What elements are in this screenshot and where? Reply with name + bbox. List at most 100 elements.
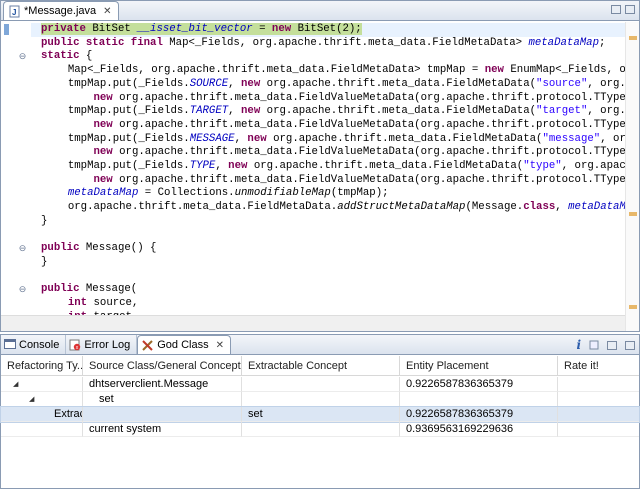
code-token: tmpMap.put(_Fields. xyxy=(55,77,190,90)
code-line[interactable]: tmpMap.put(_Fields.SOURCE, new org.apach… xyxy=(55,78,625,92)
code-line[interactable]: static { xyxy=(41,50,92,64)
editor-body[interactable]: ⊖ ⊖ ⊖ private BitSet __isset_bit_vector = … xyxy=(1,22,639,331)
code-token: { xyxy=(79,50,93,63)
code-line[interactable]: new org.apache.thrift.meta_data.FieldVal… xyxy=(55,174,625,188)
tab-error-log[interactable]: x Error Log xyxy=(66,335,138,354)
code-token: ; xyxy=(599,36,606,49)
code-token: metaDataMap xyxy=(528,36,599,49)
code-line[interactable]: tmpMap.put(_Fields.TYPE, new org.apache.… xyxy=(55,160,625,174)
code-line[interactable]: tmpMap.put(_Fields.MESSAGE, new org.apac… xyxy=(55,133,625,147)
fold-toggle-icon[interactable]: ⊖ xyxy=(18,285,27,294)
tab-god-class[interactable]: God Class ✕ xyxy=(137,335,231,354)
view-menu-icon[interactable] xyxy=(589,340,599,350)
code-token: , xyxy=(555,201,569,214)
tab-god-class-label: God Class xyxy=(157,339,209,351)
code-token: org.apache.thrift.meta_data.FieldMetaDat… xyxy=(55,201,338,214)
code-token: addStructMetaDataMap xyxy=(337,201,466,214)
table-cell: current system xyxy=(83,422,242,437)
table-cell xyxy=(558,407,639,422)
code-token: metaDataMap xyxy=(568,201,625,214)
table-cell: dhtserverclient.Message xyxy=(83,377,242,392)
code-token: TYPE xyxy=(189,160,216,172)
fold-toggle-icon[interactable]: ⊖ xyxy=(18,52,27,61)
tab-error-log-label: Error Log xyxy=(84,338,131,351)
code-token: new xyxy=(241,77,261,90)
code-token: class xyxy=(523,201,556,214)
table-cell xyxy=(242,422,400,437)
code-line[interactable]: } xyxy=(41,215,47,229)
ruler-marker[interactable] xyxy=(629,305,637,309)
code-token: Message() { xyxy=(79,242,157,255)
column-header[interactable]: Source Class/General Concept xyxy=(83,356,242,376)
ruler-marker[interactable] xyxy=(629,36,637,40)
overview-ruler[interactable] xyxy=(625,22,639,331)
code-token: } xyxy=(41,214,48,227)
horizontal-scrollbar[interactable] xyxy=(1,315,625,331)
close-icon[interactable]: ✕ xyxy=(216,340,224,351)
table-cell xyxy=(400,392,558,407)
code-line[interactable]: new org.apache.thrift.meta_data.FieldVal… xyxy=(55,146,625,160)
table-row[interactable]: ◢ dhtserverclient.Message 0.922658783636… xyxy=(1,377,639,392)
table-row[interactable]: current system 0.9369563169229636 xyxy=(1,422,639,437)
code-line[interactable]: int source, xyxy=(55,297,139,311)
code-line[interactable]: public Message() { xyxy=(41,242,156,256)
code-token: public xyxy=(41,283,80,296)
code-line[interactable]: private BitSet __isset_bit_vector = new … xyxy=(41,23,362,37)
code-line[interactable]: new org.apache.thrift.meta_data.FieldVal… xyxy=(55,119,625,133)
code-line[interactable]: Map<_Fields, org.apache.thrift.meta_data… xyxy=(55,64,625,78)
code-token: , org.apa xyxy=(587,105,625,118)
minimize-button[interactable] xyxy=(611,5,621,14)
code-token: unmodifiableMap xyxy=(234,187,331,200)
code-token: , xyxy=(228,77,241,90)
code-token: new xyxy=(484,64,504,77)
code-line[interactable]: metaDataMap = Collections.unmodifiableMa… xyxy=(55,187,389,201)
code-token: org.apache.thrift.meta_data.FieldValueMe… xyxy=(112,146,625,159)
god-class-icon xyxy=(142,339,153,351)
close-icon[interactable]: ✕ xyxy=(103,6,111,17)
code-token: private xyxy=(41,23,86,35)
code-token: new xyxy=(93,173,113,186)
code-line[interactable]: new org.apache.thrift.meta_data.FieldVal… xyxy=(55,92,625,106)
code-token: "target" xyxy=(536,105,588,118)
code-line[interactable]: public static final Map<_Fields, org.apa… xyxy=(41,37,605,51)
java-file-icon: J xyxy=(8,5,21,18)
table-cell xyxy=(558,422,639,437)
tab-console[interactable]: Console xyxy=(1,335,67,354)
table-cell xyxy=(1,422,83,437)
minimize-button[interactable] xyxy=(607,340,617,350)
table-row[interactable]: ◢ set xyxy=(1,392,639,407)
code-token: BitSet(2); xyxy=(291,23,362,35)
code-token: metaDataMap xyxy=(67,187,139,200)
editor-gutter: ⊖ ⊖ ⊖ xyxy=(1,22,31,315)
code-token: new xyxy=(93,118,113,131)
table-row-selected[interactable]: Extract set 0.9226587836365379 xyxy=(0,406,640,423)
code-line[interactable]: public Message( xyxy=(41,283,137,297)
code-token: Map<_Fields, org.apache.thrift.meta_data… xyxy=(55,64,485,77)
maximize-button[interactable] xyxy=(625,340,635,350)
code-token: new xyxy=(271,23,292,35)
code-token: (Message. xyxy=(465,201,524,214)
expanded-arrow-icon[interactable]: ◢ xyxy=(29,392,34,406)
code-line[interactable]: } xyxy=(41,256,47,270)
fold-toggle-icon[interactable]: ⊖ xyxy=(18,244,27,253)
maximize-button[interactable] xyxy=(625,5,635,14)
code-area[interactable]: private BitSet __isset_bit_vector = new … xyxy=(31,22,625,315)
code-line[interactable]: org.apache.thrift.meta_data.FieldMetaDat… xyxy=(55,201,625,215)
table-cell xyxy=(558,392,639,407)
column-header[interactable]: Rate it! xyxy=(558,356,639,376)
editor-tab-message-java[interactable]: J *Message.java ✕ xyxy=(3,1,119,20)
code-token: "source" xyxy=(536,77,588,90)
info-icon[interactable]: i xyxy=(576,338,581,352)
code-line[interactable]: tmpMap.put(_Fields.TARGET, new org.apach… xyxy=(55,105,625,119)
table-cell: set xyxy=(242,407,400,422)
code-token: , org.apache. xyxy=(561,160,625,172)
ruler-marker[interactable] xyxy=(629,212,637,216)
column-header[interactable]: Refactoring Ty... xyxy=(1,356,83,376)
column-header[interactable]: Entity Placement xyxy=(400,356,558,376)
editor-pane: J *Message.java ✕ ⊖ ⊖ ⊖ private BitSet __i… xyxy=(0,0,640,332)
code-token: org.apache.thrift.meta_data.FieldMetaDat… xyxy=(247,160,524,172)
expanded-arrow-icon[interactable]: ◢ xyxy=(13,377,18,391)
column-header[interactable]: Extractable Concept xyxy=(242,356,400,376)
